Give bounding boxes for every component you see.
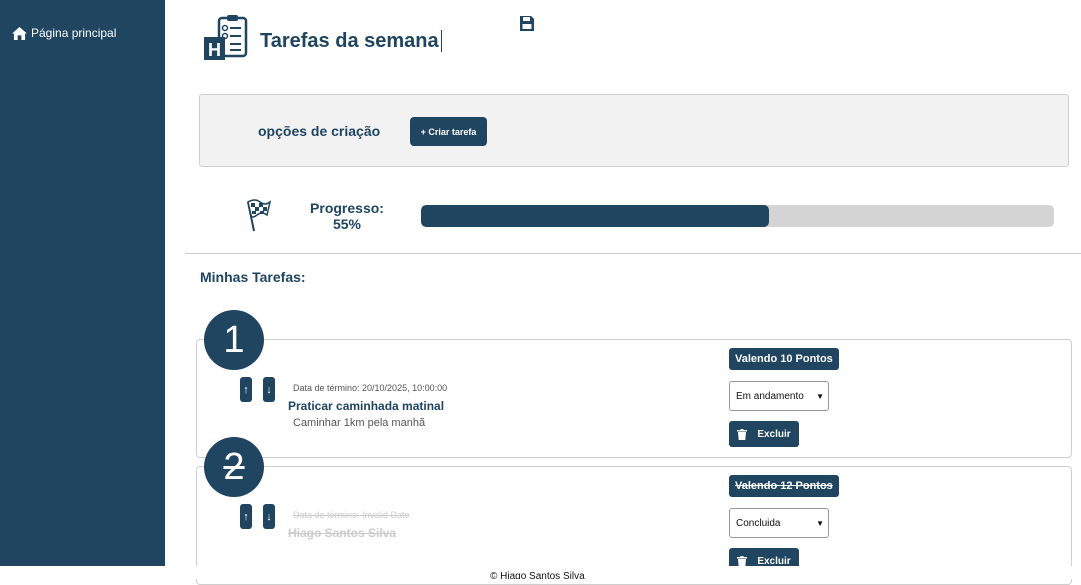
move-down-button[interactable]: ↓ bbox=[263, 504, 275, 529]
save-icon[interactable] bbox=[519, 15, 535, 32]
status-value: Concluida bbox=[736, 517, 781, 529]
progress-bar-fill bbox=[421, 205, 770, 227]
task-number-badge: 1 bbox=[204, 310, 264, 370]
status-select[interactable]: Em andamento ▼ bbox=[729, 381, 829, 411]
trash-icon bbox=[737, 555, 748, 567]
main-content: H Tarefas da semana opções de criação + … bbox=[165, 0, 1081, 585]
delete-button[interactable]: Excluir bbox=[729, 421, 799, 447]
progress-percent: 55% bbox=[332, 216, 362, 232]
status-select[interactable]: Concluida ▼ bbox=[729, 508, 829, 538]
sidebar-item-label: Página principal bbox=[31, 26, 117, 40]
move-down-button[interactable]: ↓ bbox=[263, 377, 275, 402]
task-number: 2 bbox=[223, 445, 245, 488]
home-icon bbox=[12, 26, 27, 40]
task-card: ↑ ↓ Data de término: 20/10/2025, 10:00:0… bbox=[196, 339, 1072, 458]
task-description: Caminhar 1km pela manhã bbox=[293, 417, 426, 429]
divider bbox=[185, 253, 1081, 254]
move-up-button[interactable]: ↑ bbox=[240, 504, 252, 529]
sidebar-item-home[interactable]: Página principal bbox=[12, 26, 116, 40]
delete-label: Excluir bbox=[757, 555, 791, 567]
task-list-logo-icon: H bbox=[204, 15, 248, 60]
create-task-button[interactable]: + Criar tarefa bbox=[410, 117, 487, 146]
options-label: opções de criação bbox=[258, 123, 381, 139]
points-badge: Valendo 10 Pontos bbox=[729, 348, 839, 370]
delete-label: Excluir bbox=[757, 428, 791, 440]
creation-options-panel: opções de criação + Criar tarefa bbox=[199, 94, 1069, 167]
progress-bar bbox=[421, 205, 1054, 227]
points-badge: Valendo 12 Pontos bbox=[729, 475, 839, 497]
task-title: Praticar caminhada matinal bbox=[288, 399, 445, 413]
status-value: Em andamento bbox=[736, 390, 804, 402]
footer: © Hiago Santos Silva bbox=[0, 566, 1081, 579]
checkered-flag-icon bbox=[247, 199, 271, 232]
progress-label: Progresso: 55% bbox=[305, 200, 389, 232]
page-title[interactable]: Tarefas da semana bbox=[260, 30, 442, 52]
trash-icon bbox=[737, 428, 748, 440]
footer-text: © Hiago Santos Silva bbox=[490, 571, 585, 579]
progress-title: Progresso: bbox=[310, 200, 384, 216]
section-title: Minhas Tarefas: bbox=[200, 269, 306, 285]
task-date: Data de término: 20/10/2025, 10:00:00 bbox=[293, 383, 448, 393]
move-up-button[interactable]: ↑ bbox=[240, 377, 252, 402]
task-title: Hiago Santos Silva bbox=[288, 526, 397, 540]
chevron-down-icon: ▼ bbox=[816, 391, 824, 401]
svg-text:H: H bbox=[208, 40, 221, 60]
task-date: Data de término: Invalid Date bbox=[293, 510, 410, 520]
chevron-down-icon: ▼ bbox=[816, 518, 824, 528]
task-number: 1 bbox=[223, 318, 245, 361]
task-number-badge: 2 bbox=[204, 437, 264, 497]
sidebar: Página principal bbox=[0, 0, 165, 566]
